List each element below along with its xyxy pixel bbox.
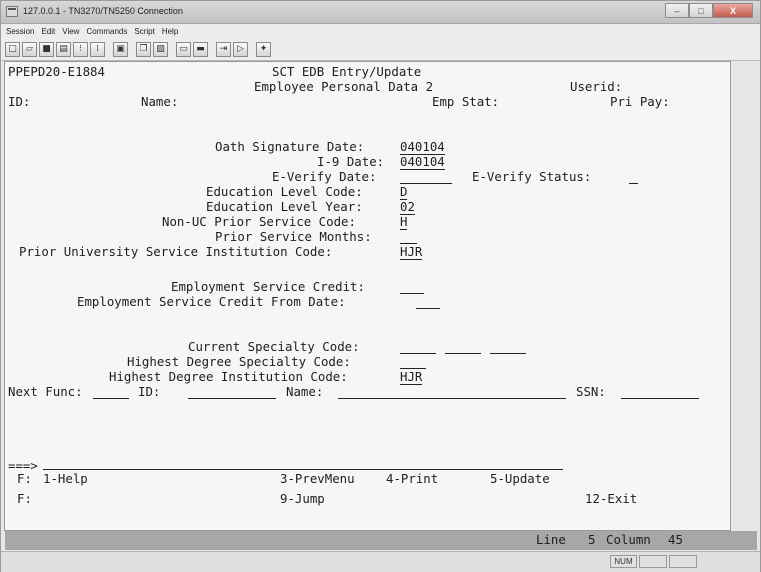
settings-icon[interactable]: ✦	[256, 42, 271, 57]
current-specialty-code-field-2[interactable]	[445, 353, 481, 354]
record-icon[interactable]: ⁝	[73, 42, 88, 57]
line-label: Line	[536, 532, 566, 547]
menu-help[interactable]: Help	[162, 27, 178, 36]
status-indicator-empty-1	[639, 555, 667, 568]
fkey-jump[interactable]: 9-Jump	[280, 492, 325, 506]
fkey-help[interactable]: 1-Help	[43, 472, 88, 486]
menu-script[interactable]: Script	[134, 27, 154, 36]
highest-degree-institution-code-label: Highest Degree Institution Code:	[109, 369, 348, 384]
e-verify-date-label: E-Verify Date:	[272, 169, 377, 184]
fkey-exit[interactable]: 12-Exit	[585, 492, 637, 506]
highest-degree-institution-code-field[interactable]: HJR	[400, 370, 423, 385]
next-func-field[interactable]	[93, 398, 129, 399]
fkey-update[interactable]: 5-Update	[490, 472, 550, 486]
userid-label: Userid:	[570, 79, 623, 94]
id-label: ID:	[8, 94, 31, 109]
name-label: Name:	[141, 94, 179, 109]
current-specialty-code-field-3[interactable]	[490, 353, 526, 354]
paste-icon[interactable]: ▨	[153, 42, 168, 57]
education-level-year-field[interactable]: 02	[400, 200, 415, 215]
i9-date-label: I-9 Date:	[317, 154, 385, 169]
nf-name-field[interactable]	[338, 398, 566, 399]
window-title: 127.0.0.1 - TN3270/TN5250 Connection	[23, 6, 183, 16]
nf-id-label: ID:	[138, 384, 161, 399]
employment-service-credit-field[interactable]	[400, 293, 424, 294]
menu-session[interactable]: Session	[6, 27, 34, 36]
line-number: 5	[588, 532, 596, 547]
close-button[interactable]: X	[713, 3, 753, 18]
terminal-app-icon	[6, 6, 18, 17]
status-indicator-empty-2	[669, 555, 697, 568]
terminal-window: 127.0.0.1 - TN3270/TN5250 Connection – □…	[0, 0, 761, 572]
status-bar: NUM	[1, 551, 760, 572]
e-verify-status-label: E-Verify Status:	[472, 169, 592, 184]
num-lock-indicator: NUM	[610, 555, 637, 568]
education-level-code-label: Education Level Code:	[206, 184, 363, 199]
print-screen-icon[interactable]: ▣	[113, 42, 128, 57]
maximize-button[interactable]: □	[689, 3, 713, 18]
education-level-code-field[interactable]: D	[400, 185, 408, 200]
fkey-row1-prefix: F:	[17, 471, 32, 486]
save-icon[interactable]: ■	[39, 42, 54, 57]
column-label: Column	[606, 532, 651, 547]
column-number: 45	[668, 532, 683, 547]
ssn-label: SSN:	[576, 384, 606, 399]
highest-degree-specialty-code-label: Highest Degree Specialty Code:	[127, 354, 351, 369]
terminal-status-line: Line 5 Column 45	[5, 531, 757, 550]
prior-institution-code-field[interactable]: HJR	[400, 245, 423, 260]
i9-date-field[interactable]: 040104	[400, 155, 445, 170]
pri-pay-label: Pri Pay:	[610, 94, 670, 109]
oath-signature-date-label: Oath Signature Date:	[215, 139, 365, 154]
employment-service-credit-from-field[interactable]	[416, 308, 440, 309]
nf-id-field[interactable]	[188, 398, 276, 399]
title-bar[interactable]: 127.0.0.1 - TN3270/TN5250 Connection – □…	[1, 1, 760, 24]
menu-commands[interactable]: Commands	[86, 27, 127, 36]
command-line-field[interactable]	[43, 469, 563, 470]
prior-institution-code-label: Prior University Service Institution Cod…	[19, 244, 333, 259]
open-icon[interactable]: ▱	[22, 42, 37, 57]
minimize-button[interactable]: –	[665, 3, 689, 18]
window-icon[interactable]: ▭	[176, 42, 191, 57]
menu-bar: Session Edit View Commands Script Help	[1, 24, 760, 39]
prior-service-months-label: Prior Service Months:	[215, 229, 372, 244]
print-setup-icon[interactable]: ▤	[56, 42, 71, 57]
e-verify-status-field[interactable]	[629, 183, 638, 184]
fkey-print[interactable]: 4-Print	[386, 472, 438, 486]
employment-service-credit-from-label: Employment Service Credit From Date:	[77, 294, 346, 309]
e-verify-date-field[interactable]	[400, 183, 452, 184]
next-func-label: Next Func:	[8, 384, 83, 399]
current-specialty-code-field-1[interactable]	[400, 353, 436, 354]
screen-title: Employee Personal Data 2	[254, 79, 434, 94]
copy-icon[interactable]: ❐	[136, 42, 151, 57]
ssn-field[interactable]	[621, 398, 699, 399]
non-uc-prior-service-code-label: Non-UC Prior Service Code:	[162, 214, 356, 229]
toolbar: □ ▱ ■ ▤ ⁝ ⁞ ▣ ❐ ▨ ▭ ▬ ⇥ ▷ ✦	[1, 39, 760, 61]
non-uc-prior-service-code-field[interactable]: H	[400, 215, 408, 230]
menu-edit[interactable]: Edit	[41, 27, 55, 36]
terminal-screen[interactable]: PPEPD20-E1884 SCT EDB Entry/Update Emplo…	[4, 61, 731, 531]
current-specialty-code-label: Current Specialty Code:	[188, 339, 360, 354]
nf-name-label: Name:	[286, 384, 324, 399]
program-id: PPEPD20-E1884	[8, 64, 105, 79]
disconnect-icon[interactable]: ▷	[233, 42, 248, 57]
connect-icon[interactable]: ⇥	[216, 42, 231, 57]
emp-stat-label: Emp Stat:	[432, 94, 500, 109]
employment-service-credit-label: Employment Service Credit:	[171, 279, 365, 294]
fkey-prev-menu[interactable]: 3-PrevMenu	[280, 472, 355, 486]
oath-signature-date-field[interactable]: 040104	[400, 140, 445, 155]
system-title: SCT EDB Entry/Update	[272, 64, 422, 79]
macro-icon[interactable]: ⁞	[90, 42, 105, 57]
keyboard-icon[interactable]: ▬	[193, 42, 208, 57]
menu-view[interactable]: View	[62, 27, 79, 36]
new-session-icon[interactable]: □	[5, 42, 20, 57]
fkey-row2-prefix: F:	[17, 491, 32, 506]
education-level-year-label: Education Level Year:	[206, 199, 363, 214]
